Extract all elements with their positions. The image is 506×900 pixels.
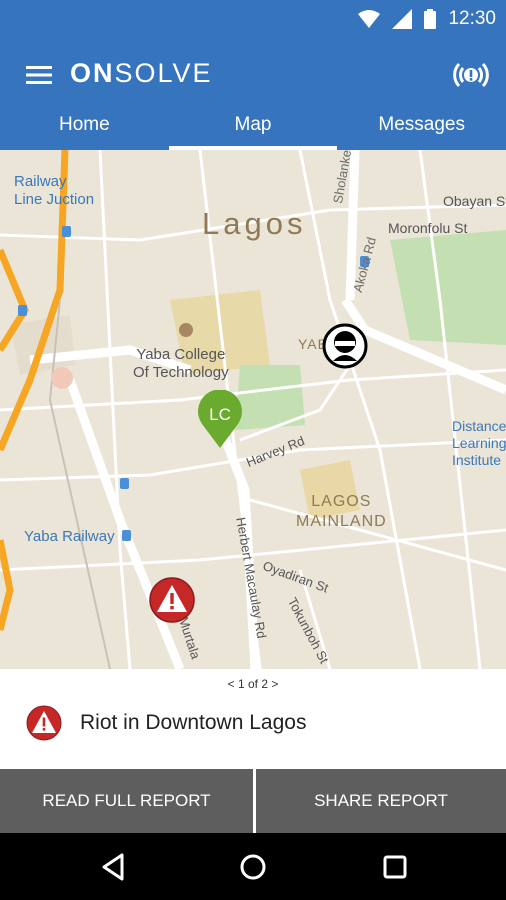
back-triangle-icon[interactable] (96, 849, 132, 885)
alert-marker-icon[interactable] (148, 576, 196, 624)
map-label-moronfolu: Moronfolu St (388, 220, 468, 236)
map-label-obayan: Obayan St (443, 193, 506, 209)
report-panel: < 1 of 2 > Riot in Downtown Lagos (0, 669, 506, 769)
wifi-icon (358, 10, 381, 28)
map-label-railway-junction: Railway Line Juction (14, 173, 95, 208)
map-label-lagos-mainland: LAGOS MAINLAND (296, 493, 387, 530)
location-marker-lc[interactable]: LC (196, 390, 244, 450)
park-area-east (390, 230, 506, 345)
map-label-yaba-college: Yaba College Of Technology (133, 346, 229, 381)
report-pager[interactable]: < 1 of 2 > (0, 677, 506, 691)
tab-home[interactable]: Home (0, 106, 169, 150)
report-row[interactable]: Riot in Downtown Lagos (26, 705, 306, 741)
tab-bar: Home Map Messages (0, 106, 506, 150)
broadcast-alert-icon[interactable] (450, 54, 492, 96)
brand-logo: ONSOLVE (70, 58, 213, 89)
brand-on: ON (70, 58, 115, 88)
map-label-city: Lagos (202, 206, 307, 241)
report-actions: READ FULL REPORT SHARE REPORT (0, 769, 506, 833)
system-nav-bar (0, 833, 506, 900)
map-view[interactable]: Railway Line Juction Lagos Sholanke St O… (0, 150, 506, 669)
location-marker-label: LC (209, 405, 231, 424)
status-icons: 12:30 (358, 8, 496, 30)
status-bar: 12:30 (0, 0, 506, 38)
recents-square-icon[interactable] (377, 849, 413, 885)
home-circle-icon[interactable] (235, 849, 271, 885)
map-label-distance-learning: Distance Learning Institute (452, 418, 506, 468)
alert-icon (26, 705, 62, 741)
tab-messages[interactable]: Messages (337, 106, 506, 150)
tab-map[interactable]: Map (168, 106, 338, 150)
status-time: 12:30 (448, 8, 496, 29)
masked-person-marker-icon[interactable] (322, 323, 368, 369)
hamburger-menu-icon[interactable] (24, 60, 54, 90)
report-title: Riot in Downtown Lagos (80, 711, 307, 734)
signal-icon (392, 9, 413, 29)
campus-poi-icon (179, 323, 193, 337)
highways (0, 150, 69, 631)
read-full-report-button[interactable]: READ FULL REPORT (0, 769, 253, 833)
brand-solve: SOLVE (114, 58, 213, 88)
map-label-yaba-railway: Yaba Railway (24, 528, 115, 545)
share-report-button[interactable]: SHARE REPORT (256, 769, 506, 833)
app-bar: ONSOLVE Home Map Messages (0, 38, 506, 150)
battery-icon (424, 9, 437, 29)
